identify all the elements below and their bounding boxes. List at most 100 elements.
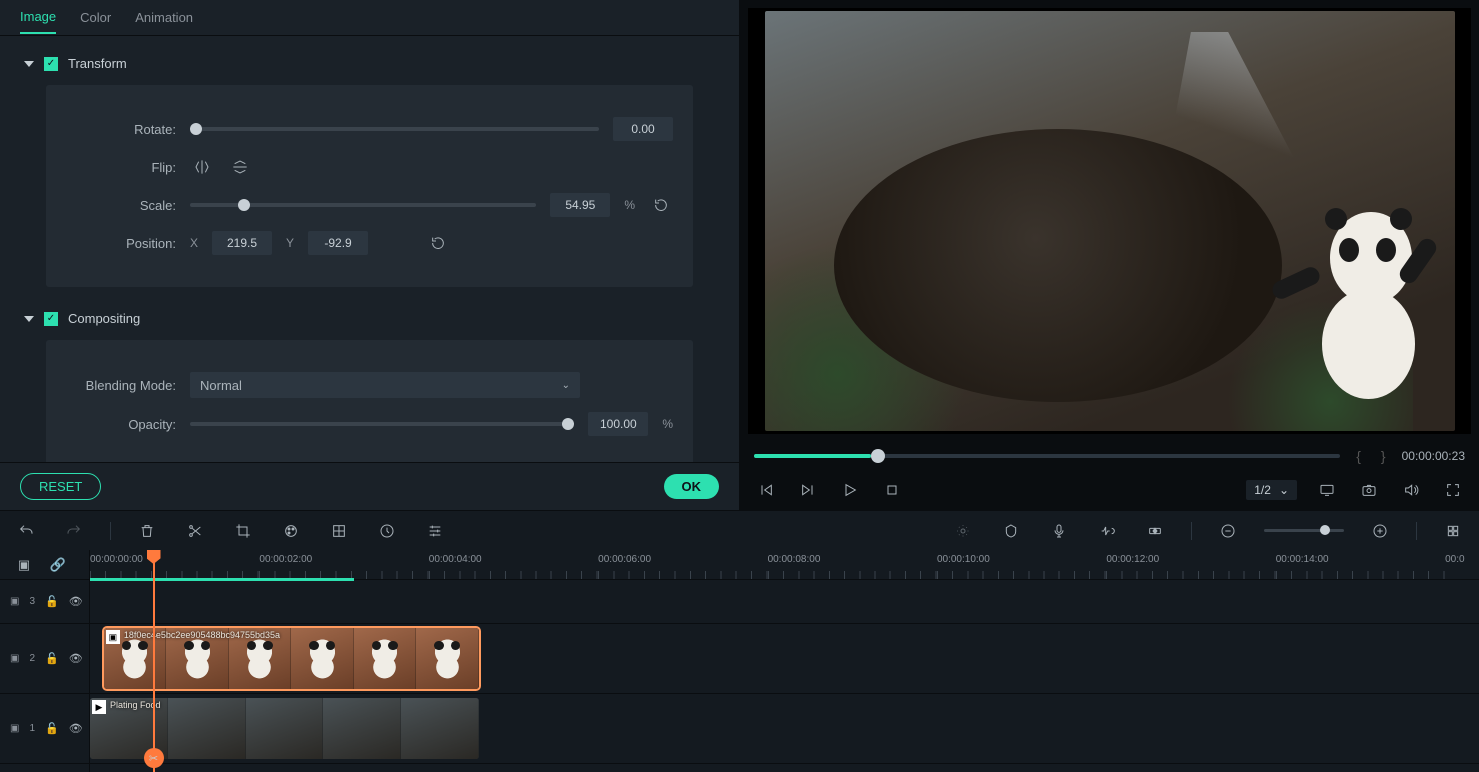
position-x[interactable] [212, 231, 272, 255]
rotate-value[interactable] [613, 117, 673, 141]
lock-icon[interactable]: 🔓 [45, 590, 59, 614]
render-icon[interactable] [951, 519, 975, 543]
eye-icon[interactable]: 👁 [69, 717, 83, 741]
scale-value[interactable] [550, 193, 610, 217]
zoom-select[interactable]: 1/2 ⌄ [1246, 480, 1297, 500]
eye-icon[interactable]: 👁 [69, 590, 83, 614]
scale-label: Scale: [66, 198, 176, 213]
clip-label: 18f0ec4e5bc2ee905488bc94755bd35a [124, 630, 280, 640]
snapshot-icon[interactable] [1357, 478, 1381, 502]
track-3[interactable] [90, 580, 1479, 624]
button-bar: RESET OK [0, 462, 739, 510]
step-forward-icon[interactable] [796, 478, 820, 502]
scrubber[interactable] [754, 454, 1340, 458]
clip-panda[interactable]: ▣ 18f0ec4e5bc2ee905488bc94755bd35a [104, 628, 479, 689]
play-icon[interactable] [838, 478, 862, 502]
keyframe-icon[interactable] [1143, 519, 1167, 543]
undo-icon[interactable] [14, 519, 38, 543]
track-2[interactable]: ▣ 18f0ec4e5bc2ee905488bc94755bd35a [90, 624, 1479, 694]
section-transform-header[interactable]: ✓ Transform [0, 48, 739, 79]
timecode: 00:00:00:23 [1402, 449, 1465, 463]
scrubber-row: { } 00:00:00:23 [740, 442, 1479, 470]
chevron-down-icon [24, 61, 34, 67]
lock-icon[interactable]: 🔓 [45, 647, 59, 671]
tab-color[interactable]: Color [80, 2, 111, 33]
speed-icon[interactable] [375, 519, 399, 543]
step-back-icon[interactable] [754, 478, 778, 502]
timeline-tracks[interactable]: 00:00:00:00 00:00:02:00 00:00:04:00 00:0… [90, 550, 1479, 772]
color-icon[interactable] [279, 519, 303, 543]
delete-icon[interactable] [135, 519, 159, 543]
eye-icon[interactable]: 👁 [69, 647, 83, 671]
section-title: Transform [68, 56, 127, 71]
chevron-down-icon [24, 316, 34, 322]
volume-icon[interactable] [1399, 478, 1423, 502]
display-icon[interactable] [1315, 478, 1339, 502]
props-tabs: Image Color Animation [0, 0, 739, 36]
ok-button[interactable]: OK [664, 474, 720, 499]
lock-icon[interactable]: 🔓 [45, 717, 59, 741]
split-icon[interactable] [183, 519, 207, 543]
position-reset-icon[interactable] [426, 231, 450, 255]
mark-in-icon[interactable]: { [1352, 448, 1365, 464]
zoom-out-icon[interactable] [1216, 519, 1240, 543]
track-1-header: ▣1 🔓 👁 [0, 694, 89, 764]
time-ruler[interactable]: 00:00:00:00 00:00:02:00 00:00:04:00 00:0… [90, 550, 1479, 580]
scale-unit: % [624, 198, 635, 212]
blend-mode-select[interactable]: Normal ⌄ [190, 372, 580, 398]
pip-overlay[interactable] [1271, 190, 1441, 410]
manage-tracks-icon[interactable]: ▣ [12, 553, 36, 577]
ruler-tick: 00:00:00:00 [90, 554, 143, 565]
clip-food[interactable]: ▶ Plating Food [90, 698, 479, 759]
rotate-slider[interactable] [190, 127, 599, 131]
crop-icon[interactable] [231, 519, 255, 543]
opacity-label: Opacity: [66, 417, 176, 432]
timeline: ▣ 🔗 ▣3 🔓 👁 ▣2 🔓 👁 ▣1 🔓 👁 00:00:00:00 [0, 550, 1479, 772]
timeline-zoom-slider[interactable] [1264, 529, 1344, 532]
reset-button[interactable]: RESET [20, 473, 101, 500]
scale-slider[interactable] [190, 203, 536, 207]
voiceover-icon[interactable] [1047, 519, 1071, 543]
ruler-tick: 00:00:08:00 [768, 554, 821, 565]
marker-icon[interactable] [999, 519, 1023, 543]
ruler-tick: 00:00:12:00 [1106, 554, 1159, 565]
stop-icon[interactable] [880, 478, 904, 502]
fullscreen-icon[interactable] [1441, 478, 1465, 502]
position-y[interactable] [308, 231, 368, 255]
section-compositing-header[interactable]: ✓ Compositing [0, 303, 739, 334]
video-preview[interactable] [748, 8, 1471, 434]
track-2-header: ▣2 🔓 👁 [0, 624, 89, 694]
audio-mixer-icon[interactable] [1095, 519, 1119, 543]
ruler-tick: 00:00:02:00 [259, 554, 312, 565]
tab-animation[interactable]: Animation [135, 2, 193, 33]
transform-checkbox[interactable]: ✓ [44, 57, 58, 71]
compositing-checkbox[interactable]: ✓ [44, 312, 58, 326]
track-headers: ▣ 🔗 ▣3 🔓 👁 ▣2 🔓 👁 ▣1 🔓 👁 [0, 550, 90, 772]
redo-icon[interactable] [62, 519, 86, 543]
tab-image[interactable]: Image [20, 1, 56, 34]
opacity-slider[interactable] [190, 422, 574, 426]
track-3-header: ▣3 🔓 👁 [0, 580, 89, 624]
rotate-label: Rotate: [66, 122, 176, 137]
chevron-down-icon: ⌄ [1279, 483, 1289, 497]
ruler-tick: 00:00:10:00 [937, 554, 990, 565]
chevron-down-icon: ⌄ [562, 380, 570, 391]
flip-vertical-icon[interactable] [228, 155, 252, 179]
compositing-body: Blending Mode: Normal ⌄ Opacity: % [46, 340, 693, 462]
link-icon[interactable]: 🔗 [46, 553, 70, 577]
section-title: Compositing [68, 311, 140, 326]
image-icon: ▣ [106, 630, 120, 644]
ruler-tick: 00:00:06:00 [598, 554, 651, 565]
green-screen-icon[interactable] [327, 519, 351, 543]
mark-out-icon[interactable]: } [1377, 448, 1390, 464]
track-1[interactable]: ▶ Plating Food [90, 694, 1479, 764]
adjust-icon[interactable] [423, 519, 447, 543]
flip-horizontal-icon[interactable] [190, 155, 214, 179]
ruler-tick: 00:00:04:00 [429, 554, 482, 565]
video-icon: ▶ [92, 700, 106, 714]
flip-label: Flip: [66, 160, 176, 175]
scale-reset-icon[interactable] [649, 193, 673, 217]
track-size-icon[interactable] [1441, 519, 1465, 543]
opacity-value[interactable] [588, 412, 648, 436]
zoom-in-icon[interactable] [1368, 519, 1392, 543]
